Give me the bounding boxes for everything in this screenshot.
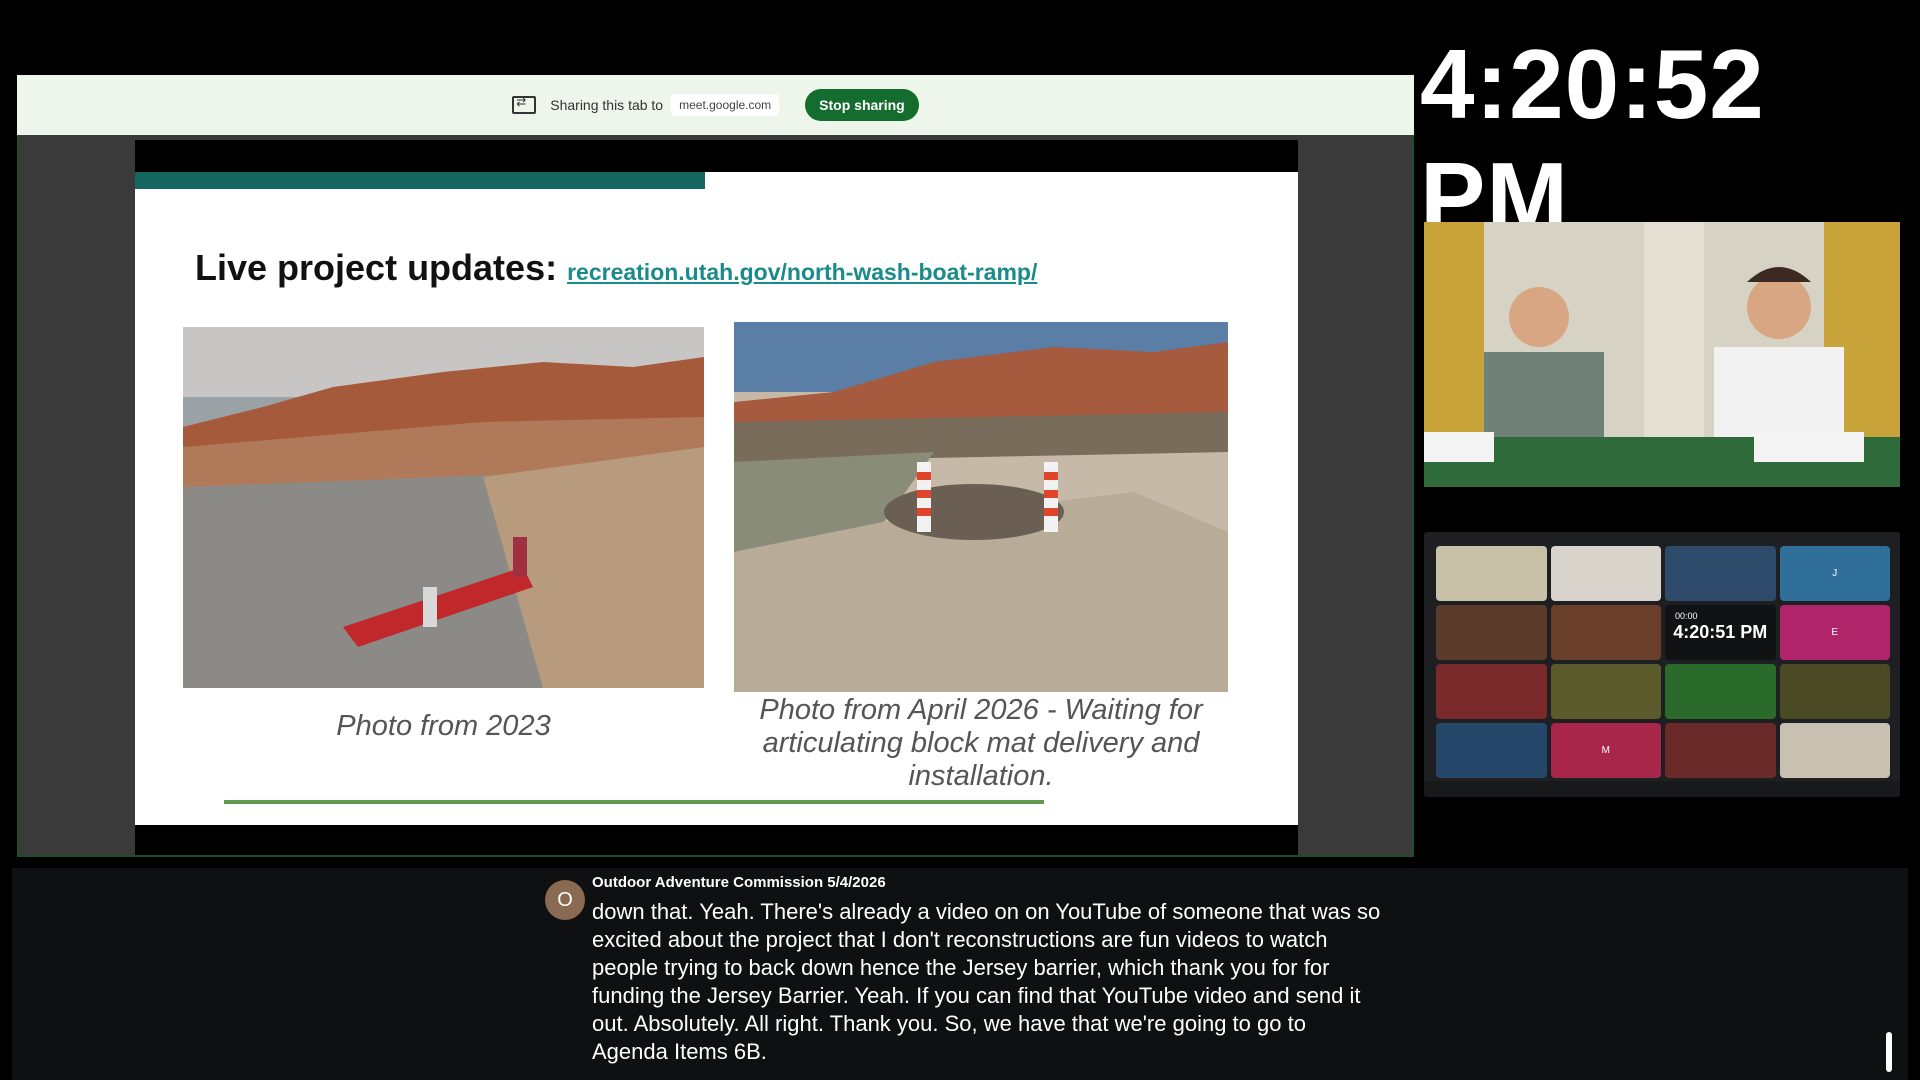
- participant-tile[interactable]: [1550, 605, 1661, 660]
- speaker-name: Outdoor Adventure Commission 5/4/2026: [592, 874, 886, 891]
- participant-tile[interactable]: [1436, 605, 1547, 660]
- participant-tile[interactable]: [1665, 664, 1776, 719]
- participant-tile[interactable]: [1779, 664, 1890, 719]
- presentation-slide: Live project updates: recreation.utah.go…: [135, 172, 1298, 825]
- speaker-avatar: O: [545, 880, 585, 920]
- participant-tile[interactable]: 00:00 4:20:51 PM: [1665, 605, 1776, 660]
- sharing-banner: Sharing this tab to meet.google.com Stop…: [17, 75, 1414, 135]
- scrollbar[interactable]: [1886, 1032, 1892, 1072]
- mini-clock: 4:20:51 PM: [1673, 622, 1768, 642]
- participant-tile[interactable]: E: [1779, 605, 1890, 660]
- meeting-grid-preview: J 00:00 4:20:51 PM E M: [1424, 532, 1900, 797]
- room-camera-feed: [1424, 222, 1900, 487]
- photo-2023: [183, 327, 704, 688]
- participant-tile[interactable]: [1436, 664, 1547, 719]
- photo-2026-caption: Photo from April 2026 - Waiting for arti…: [759, 694, 1203, 792]
- mini-timer: 00:00: [1675, 611, 1698, 621]
- sharing-domain: meet.google.com: [671, 94, 780, 116]
- participant-tile[interactable]: [1665, 723, 1776, 778]
- stop-sharing-button[interactable]: Stop sharing: [805, 89, 919, 121]
- clock-display: 4:20:52 PM: [1420, 29, 1765, 252]
- project-link[interactable]: recreation.utah.gov/north-wash-boat-ramp…: [567, 259, 1037, 286]
- slide-title: Live project updates: recreation.utah.go…: [195, 247, 1037, 289]
- participant-tile[interactable]: [1779, 723, 1890, 778]
- slide-accent-bar: [135, 172, 705, 189]
- participant-tile[interactable]: J: [1779, 546, 1890, 601]
- photo-2023-caption: Photo from 2023: [336, 710, 551, 742]
- meeting-toolbar: [1424, 781, 1900, 797]
- slide-title-text: Live project updates:: [195, 247, 558, 288]
- sharing-text: Sharing this tab to: [550, 97, 664, 113]
- screen-share-icon: [512, 95, 537, 114]
- participant-tile[interactable]: [1436, 723, 1547, 778]
- participant-tile[interactable]: M: [1550, 723, 1661, 778]
- participant-tile[interactable]: [1550, 546, 1661, 601]
- participant-tile[interactable]: [1550, 664, 1661, 719]
- slide-footer-line: [224, 800, 1044, 804]
- caption-text: down that. Yeah. There's already a video…: [592, 899, 1381, 1064]
- participant-tiles: J 00:00 4:20:51 PM E M: [1436, 546, 1890, 778]
- caption-panel: O Outdoor Adventure Commission 5/4/2026 …: [12, 868, 1908, 1080]
- photo-april-2026: [734, 322, 1228, 692]
- participant-tile[interactable]: [1436, 546, 1547, 601]
- participant-tile[interactable]: [1665, 546, 1776, 601]
